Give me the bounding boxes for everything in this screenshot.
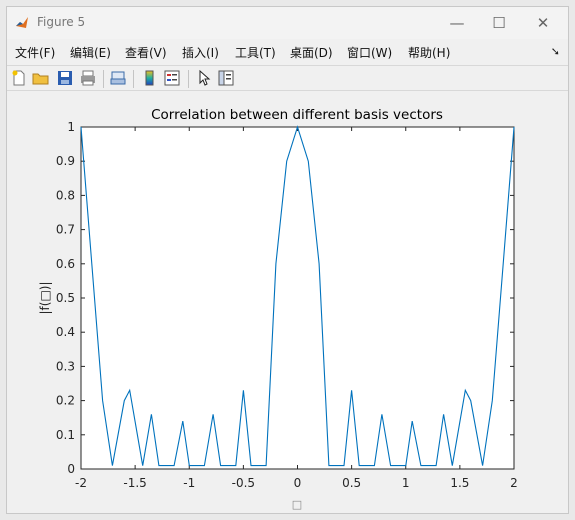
property-editor-icon[interactable]	[217, 69, 235, 87]
menu-insert[interactable]: 插入(I)	[182, 44, 219, 61]
toolbar-separator	[103, 70, 104, 88]
link-icon[interactable]	[109, 69, 127, 87]
figure-canvas: Correlation between different basis vect…	[7, 92, 568, 513]
minimize-icon: —	[449, 14, 465, 32]
minimize-button[interactable]: —	[437, 11, 477, 35]
title-bar[interactable]: Figure 5 — ☐ ✕	[7, 7, 568, 39]
close-icon: ✕	[536, 14, 550, 32]
window-title: Figure 5	[37, 15, 86, 29]
x-tick-label: -2	[75, 476, 87, 490]
toolbar-separator	[133, 70, 134, 88]
y-tick-label: 0.9	[56, 154, 75, 168]
menu-tools[interactable]: 工具(T)	[235, 44, 276, 61]
x-axis-label: □	[292, 498, 302, 511]
new-figure-icon[interactable]	[10, 69, 28, 87]
y-tick-label: 1	[67, 120, 75, 134]
maximize-icon: ☐	[492, 14, 506, 32]
matlab-icon	[16, 17, 28, 28]
menu-desktop[interactable]: 桌面(D)	[290, 44, 333, 61]
menu-help[interactable]: 帮助(H)	[408, 44, 450, 61]
menu-file[interactable]: 文件(F)	[15, 44, 55, 61]
y-tick-label: 0.6	[56, 257, 75, 271]
y-tick-label: 0.7	[56, 223, 75, 237]
x-tick-label: 1.5	[450, 476, 469, 490]
x-tick-label: -0.5	[232, 476, 255, 490]
toolbar-separator	[188, 70, 189, 88]
maximize-button[interactable]: ☐	[479, 11, 519, 35]
print-icon[interactable]	[79, 69, 97, 87]
y-tick-label: 0.3	[56, 359, 75, 373]
y-axis-label: |f(□)|	[38, 281, 52, 314]
x-tick-label: -1.5	[123, 476, 146, 490]
y-tick-label: 0.8	[56, 188, 75, 202]
close-button[interactable]: ✕	[523, 11, 563, 35]
menu-edit[interactable]: 编辑(E)	[70, 44, 111, 61]
x-tick-label: -1	[183, 476, 195, 490]
plot-title: Correlation between different basis vect…	[151, 107, 443, 123]
y-tick-label: 0.4	[56, 325, 75, 339]
y-tick-label: 0	[67, 462, 75, 476]
y-tick-label: 0.2	[56, 394, 75, 408]
dock-arrow-icon[interactable]: ➘	[551, 45, 560, 58]
open-icon[interactable]	[32, 69, 50, 87]
menu-window[interactable]: 窗口(W)	[347, 44, 392, 61]
colorbar-icon[interactable]	[141, 69, 159, 87]
y-tick-label: 0.5	[56, 291, 75, 305]
y-tick-label: 0.1	[56, 428, 75, 442]
x-tick-label: 0	[294, 476, 302, 490]
plot-area	[80, 126, 515, 470]
save-icon[interactable]	[56, 69, 74, 87]
toolbar	[7, 65, 568, 91]
x-tick-label: 2	[510, 476, 518, 490]
pointer-icon[interactable]	[195, 69, 213, 87]
x-tick-label: 0.5	[342, 476, 361, 490]
menu-view[interactable]: 查看(V)	[125, 44, 167, 61]
legend-icon[interactable]	[163, 69, 181, 87]
figure-window: Figure 5 — ☐ ✕ 文件(F) 编辑(E) 查看(V) 插入(I) 工…	[6, 6, 569, 514]
menu-bar: 文件(F) 编辑(E) 查看(V) 插入(I) 工具(T) 桌面(D) 窗口(W…	[7, 41, 568, 63]
x-tick-label: 1	[402, 476, 410, 490]
